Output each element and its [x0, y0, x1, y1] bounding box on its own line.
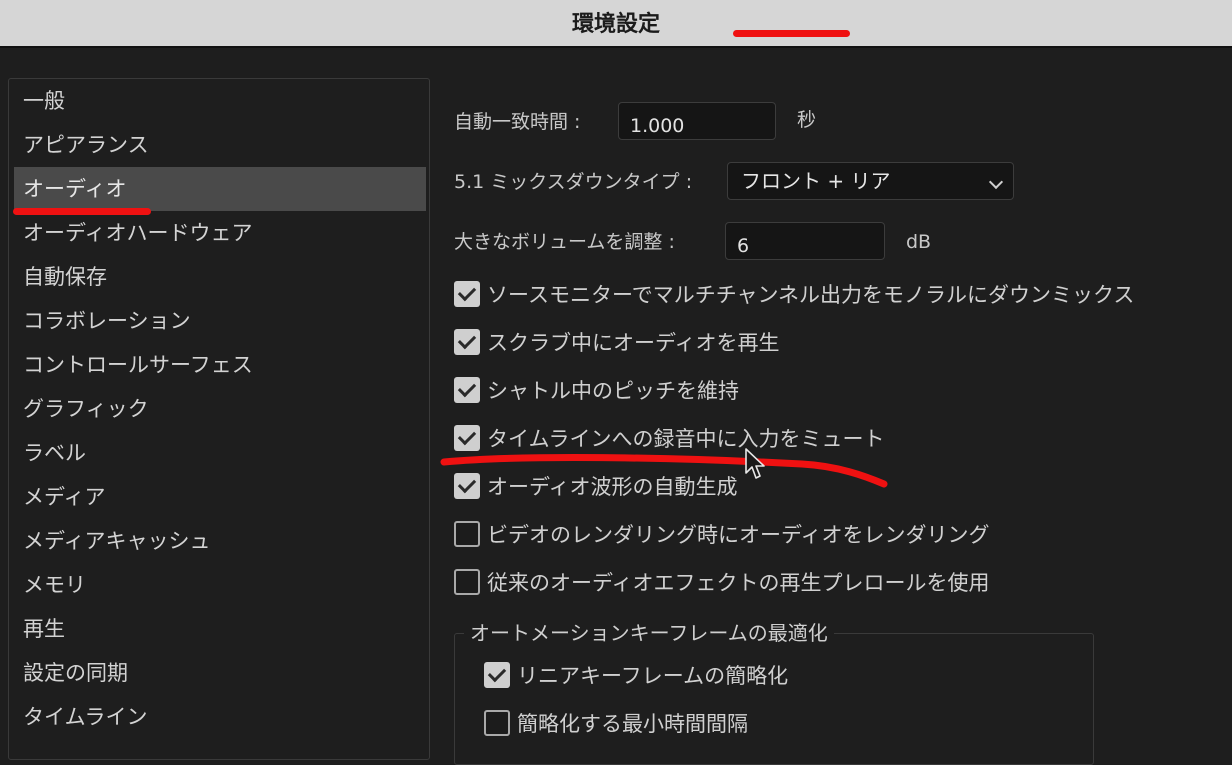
category-list: 一般 アピアランス オーディオ オーディオハードウェア 自動保存 コラボレーショ… [8, 78, 430, 760]
mute-annotation-underline [440, 454, 888, 488]
checkbox-label: ソースモニターでマルチチャンネル出力をモノラルにダウンミックス [487, 283, 1135, 307]
checkbox-label: 従来のオーディオエフェクトの再生プレロールを使用 [487, 571, 990, 595]
audio-annotation-underline [13, 208, 151, 215]
title-annotation-underline [733, 30, 850, 37]
automation-group-box [454, 633, 1094, 765]
category-labels[interactable]: ラベル [14, 431, 426, 475]
category-graphics[interactable]: グラフィック [14, 387, 426, 431]
checkbox-checked-icon[interactable] [454, 329, 480, 355]
category-media[interactable]: メディア [14, 475, 426, 519]
category-appearance[interactable]: アピアランス [14, 123, 426, 167]
category-general[interactable]: 一般 [14, 79, 426, 123]
category-audio-hardware[interactable]: オーディオハードウェア [14, 211, 426, 255]
auto-match-label: 自動一致時間 : [454, 111, 581, 133]
checkbox-checked-icon[interactable] [484, 662, 510, 688]
checkbox-checked-icon[interactable] [454, 281, 480, 307]
checkbox-label: シャトル中のピッチを維持 [487, 379, 739, 403]
category-control-surface[interactable]: コントロールサーフェス [14, 343, 426, 387]
checkbox-label: 簡略化する最小時間間隔 [517, 712, 748, 736]
category-playback[interactable]: 再生 [14, 607, 426, 651]
auto-match-unit: 秒 [797, 109, 817, 131]
checkbox-unchecked-icon[interactable] [454, 521, 480, 547]
volume-adjust-input[interactable]: 6 [725, 222, 885, 260]
automation-group-title: オートメーションキーフレームの最適化 [464, 620, 834, 646]
checkbox-label: ビデオのレンダリング時にオーディオをレンダリング [487, 523, 990, 547]
auto-match-input[interactable]: 1.000 [618, 102, 776, 140]
volume-adjust-label: 大きなボリュームを調整 : [454, 231, 675, 253]
category-timeline[interactable]: タイムライン [14, 695, 426, 739]
title-bar: 環境設定 [0, 0, 1232, 48]
volume-adjust-unit: dB [906, 231, 932, 253]
category-audio[interactable]: オーディオ [14, 167, 426, 211]
downmix-label: 5.1 ミックスダウンタイプ : [454, 171, 693, 193]
category-media-cache[interactable]: メディアキャッシュ [14, 519, 426, 563]
downmix-value: フロント + リア [741, 169, 891, 193]
mouse-pointer-icon [745, 448, 765, 479]
checkbox-label: スクラブ中にオーディオを再生 [487, 331, 780, 355]
checkbox-label: リニアキーフレームの簡略化 [517, 664, 789, 688]
checkbox-unchecked-icon[interactable] [484, 710, 510, 736]
window-title: 環境設定 [571, 12, 660, 37]
category-auto-save[interactable]: 自動保存 [14, 255, 426, 299]
checkbox-checked-icon[interactable] [454, 377, 480, 403]
checkbox-unchecked-icon[interactable] [454, 569, 480, 595]
category-sync-settings[interactable]: 設定の同期 [14, 651, 426, 695]
category-collaboration[interactable]: コラボレーション [14, 299, 426, 343]
chevron-down-icon [988, 174, 1004, 190]
category-memory[interactable]: メモリ [14, 563, 426, 607]
downmix-select[interactable]: フロント + リア [727, 162, 1014, 200]
